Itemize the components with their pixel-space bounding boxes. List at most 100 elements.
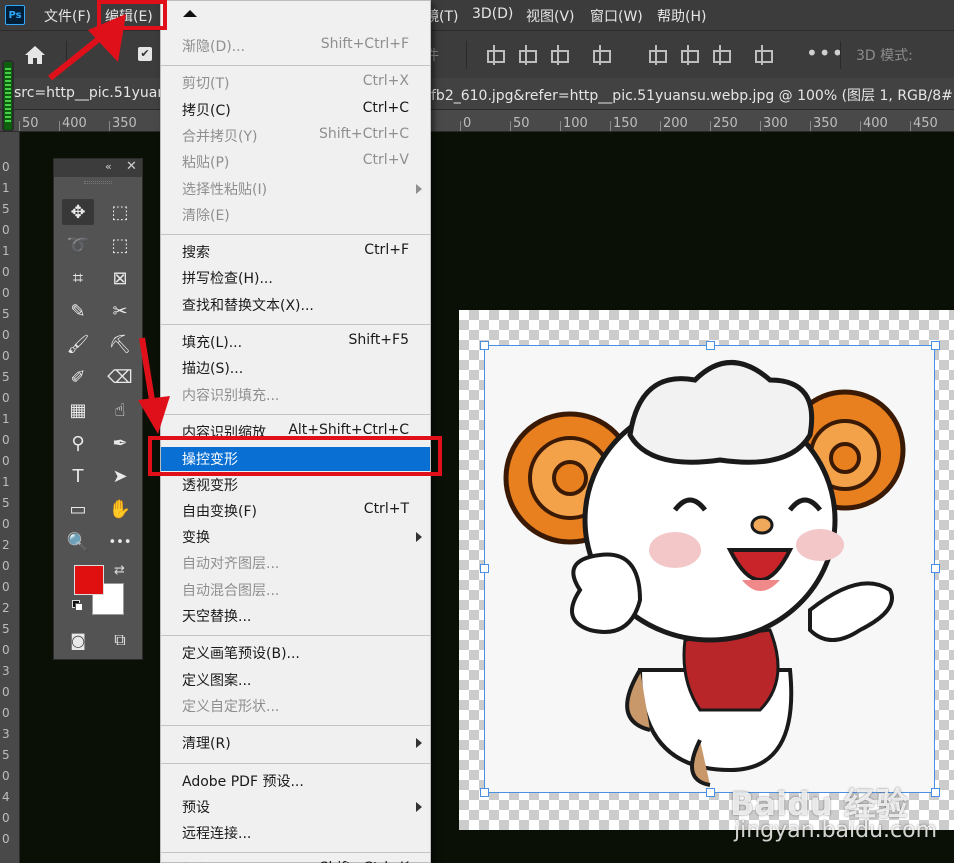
menu-item-label: 清除(E): [182, 207, 230, 224]
quick-mask-icon[interactable]: ◙: [62, 627, 94, 653]
move-tool-icon[interactable]: ✥: [62, 199, 94, 225]
ruler-label: 5: [2, 622, 10, 636]
transform-handle[interactable]: [480, 341, 489, 350]
menu-item-9[interactable]: 搜索 Ctrl+F: [161, 240, 430, 264]
menu-item-shortcut: Ctrl+X: [362, 73, 409, 90]
menu-item-21[interactable]: 变换: [161, 525, 430, 549]
tools-panel-header[interactable]: « ✕: [54, 159, 142, 177]
menu-item-label: Adobe PDF 预设...: [182, 773, 304, 790]
align-center-icon[interactable]: [516, 45, 537, 65]
menu-item-26[interactable]: 定义画笔预设(B)...: [161, 641, 430, 665]
lasso-tool-icon[interactable]: ➰: [62, 232, 94, 258]
menu-separator: [161, 762, 430, 764]
crop-tool-icon[interactable]: ⌗: [62, 265, 94, 291]
brush-tool-icon[interactable]: 🖌: [62, 331, 94, 357]
collapse-icon[interactable]: «: [105, 160, 112, 173]
more-tools-icon[interactable]: •••: [104, 529, 136, 555]
ruler-label: 5: [2, 496, 10, 510]
transform-handle[interactable]: [931, 788, 940, 797]
panel-grip-icon[interactable]: [2, 60, 14, 132]
watermark-url: jingyan.baidu.com: [734, 818, 938, 843]
foreground-color-swatch[interactable]: [74, 565, 104, 595]
frame-tool-icon[interactable]: ⊠: [104, 265, 136, 291]
hand-tool-icon[interactable]: ✋: [104, 496, 136, 522]
gradient-tool-icon[interactable]: ▦: [62, 397, 94, 423]
ruler-label: 0: [2, 832, 10, 846]
menu-item-label: 自动混合图层...: [182, 582, 280, 599]
menu-item-30[interactable]: 清理(R): [161, 731, 430, 755]
menu-separator: [161, 852, 430, 854]
swap-colors-icon[interactable]: ⇄: [114, 563, 125, 578]
type-tool-icon[interactable]: T: [62, 463, 94, 489]
ruler-label: 1: [2, 412, 10, 426]
default-colors-icon[interactable]: [72, 600, 83, 611]
ruler-label: 0: [2, 685, 10, 699]
patch-tool-icon[interactable]: ✂: [104, 298, 136, 324]
screen-mode-icon[interactable]: ⧉: [104, 627, 136, 653]
align-middle-icon[interactable]: [678, 45, 699, 65]
menu-item-32[interactable]: Adobe PDF 预设...: [161, 769, 430, 793]
eyedropper-tool-icon[interactable]: ✎: [62, 298, 94, 324]
history-brush-tool-icon[interactable]: ✐: [62, 364, 94, 390]
marquee-tool-icon[interactable]: ⬚: [104, 199, 136, 225]
menu-5[interactable]: 窗口(W): [590, 6, 643, 26]
menu-item-27[interactable]: 定义图案...: [161, 668, 430, 692]
ruler-label: 0: [2, 517, 10, 531]
align-right-icon[interactable]: [548, 45, 569, 65]
close-icon[interactable]: ✕: [126, 159, 137, 174]
ruler-label: 250: [713, 116, 738, 131]
menu-item-15: 内容识别填充...: [161, 383, 430, 407]
menu-scroll-up-icon[interactable]: [183, 10, 197, 17]
ruler-tick: [610, 121, 611, 131]
menu-item-34[interactable]: 远程连接...: [161, 821, 430, 845]
ruler-tick: [109, 121, 110, 131]
ruler-label: 350: [813, 116, 838, 131]
more-options-icon[interactable]: •••: [806, 41, 844, 65]
menu-item-33[interactable]: 预设: [161, 795, 430, 819]
ruler-label: 1: [2, 475, 10, 489]
menu-item-label: 剪切(T): [182, 76, 230, 93]
menu-4[interactable]: 视图(V): [526, 6, 575, 26]
menu-item-13[interactable]: 填充(L)... Shift+F5: [161, 330, 430, 354]
ruler-label: 5: [2, 307, 10, 321]
align-top-icon[interactable]: [646, 45, 667, 65]
path-select-tool-icon[interactable]: ➤: [104, 463, 136, 489]
menu-item-20[interactable]: 自由变换(F) Ctrl+T: [161, 499, 430, 523]
ruler-label: 3: [2, 727, 10, 741]
menu-item-23: 自动混合图层...: [161, 578, 430, 602]
menu-item-shortcut: Shift+Ctrl+C: [319, 125, 409, 142]
menu-item-3[interactable]: 拷贝(C) Ctrl+C: [161, 98, 430, 122]
ruler-label: 0: [2, 643, 10, 657]
menu-6[interactable]: 帮助(H): [657, 6, 706, 26]
ruler-label: 50: [513, 116, 530, 131]
transform-handle[interactable]: [931, 341, 940, 350]
menu-item-label: 定义画笔预设(B)...: [182, 646, 300, 663]
menu-item-11[interactable]: 查找和替换文本(X)...: [161, 293, 430, 317]
menu-3[interactable]: 3D(D): [472, 6, 513, 22]
distribute-vertical-icon[interactable]: [752, 45, 773, 65]
menu-item-label: 远程连接...: [182, 826, 252, 843]
ruler-label: 0: [2, 454, 10, 468]
panel-grip-icon[interactable]: [84, 181, 112, 184]
align-left-icon[interactable]: [484, 45, 505, 65]
menu-item-label: 填充(L)...: [182, 335, 243, 351]
ruler-label: 0: [2, 811, 10, 825]
align-bottom-icon[interactable]: [710, 45, 731, 65]
ruler-label: 0: [2, 160, 10, 174]
transform-handle[interactable]: [931, 564, 940, 573]
menu-item-label: 预设: [182, 799, 210, 816]
zoom-tool-icon[interactable]: 🔍: [62, 529, 94, 555]
distribute-icon[interactable]: [590, 45, 611, 65]
ruler-label: 150: [613, 116, 638, 131]
rectangle-tool-icon[interactable]: ▭: [62, 496, 94, 522]
transform-handle[interactable]: [480, 564, 489, 573]
menu-item-19[interactable]: 透视变形: [161, 473, 430, 497]
menu-item-14[interactable]: 描边(S)...: [161, 356, 430, 380]
dodge-tool-icon[interactable]: ⚲: [62, 430, 94, 456]
menu-item-24[interactable]: 天空替换...: [161, 604, 430, 628]
transform-handle[interactable]: [480, 788, 489, 797]
menu-item-36[interactable]: 颜色设置(G)...Shift+Ctrl+K: [161, 858, 430, 863]
menu-item-label: 定义自定形状...: [182, 698, 280, 715]
menu-item-10[interactable]: 拼写检查(H)...: [161, 266, 430, 290]
object-select-tool-icon[interactable]: ⬚: [104, 232, 136, 258]
